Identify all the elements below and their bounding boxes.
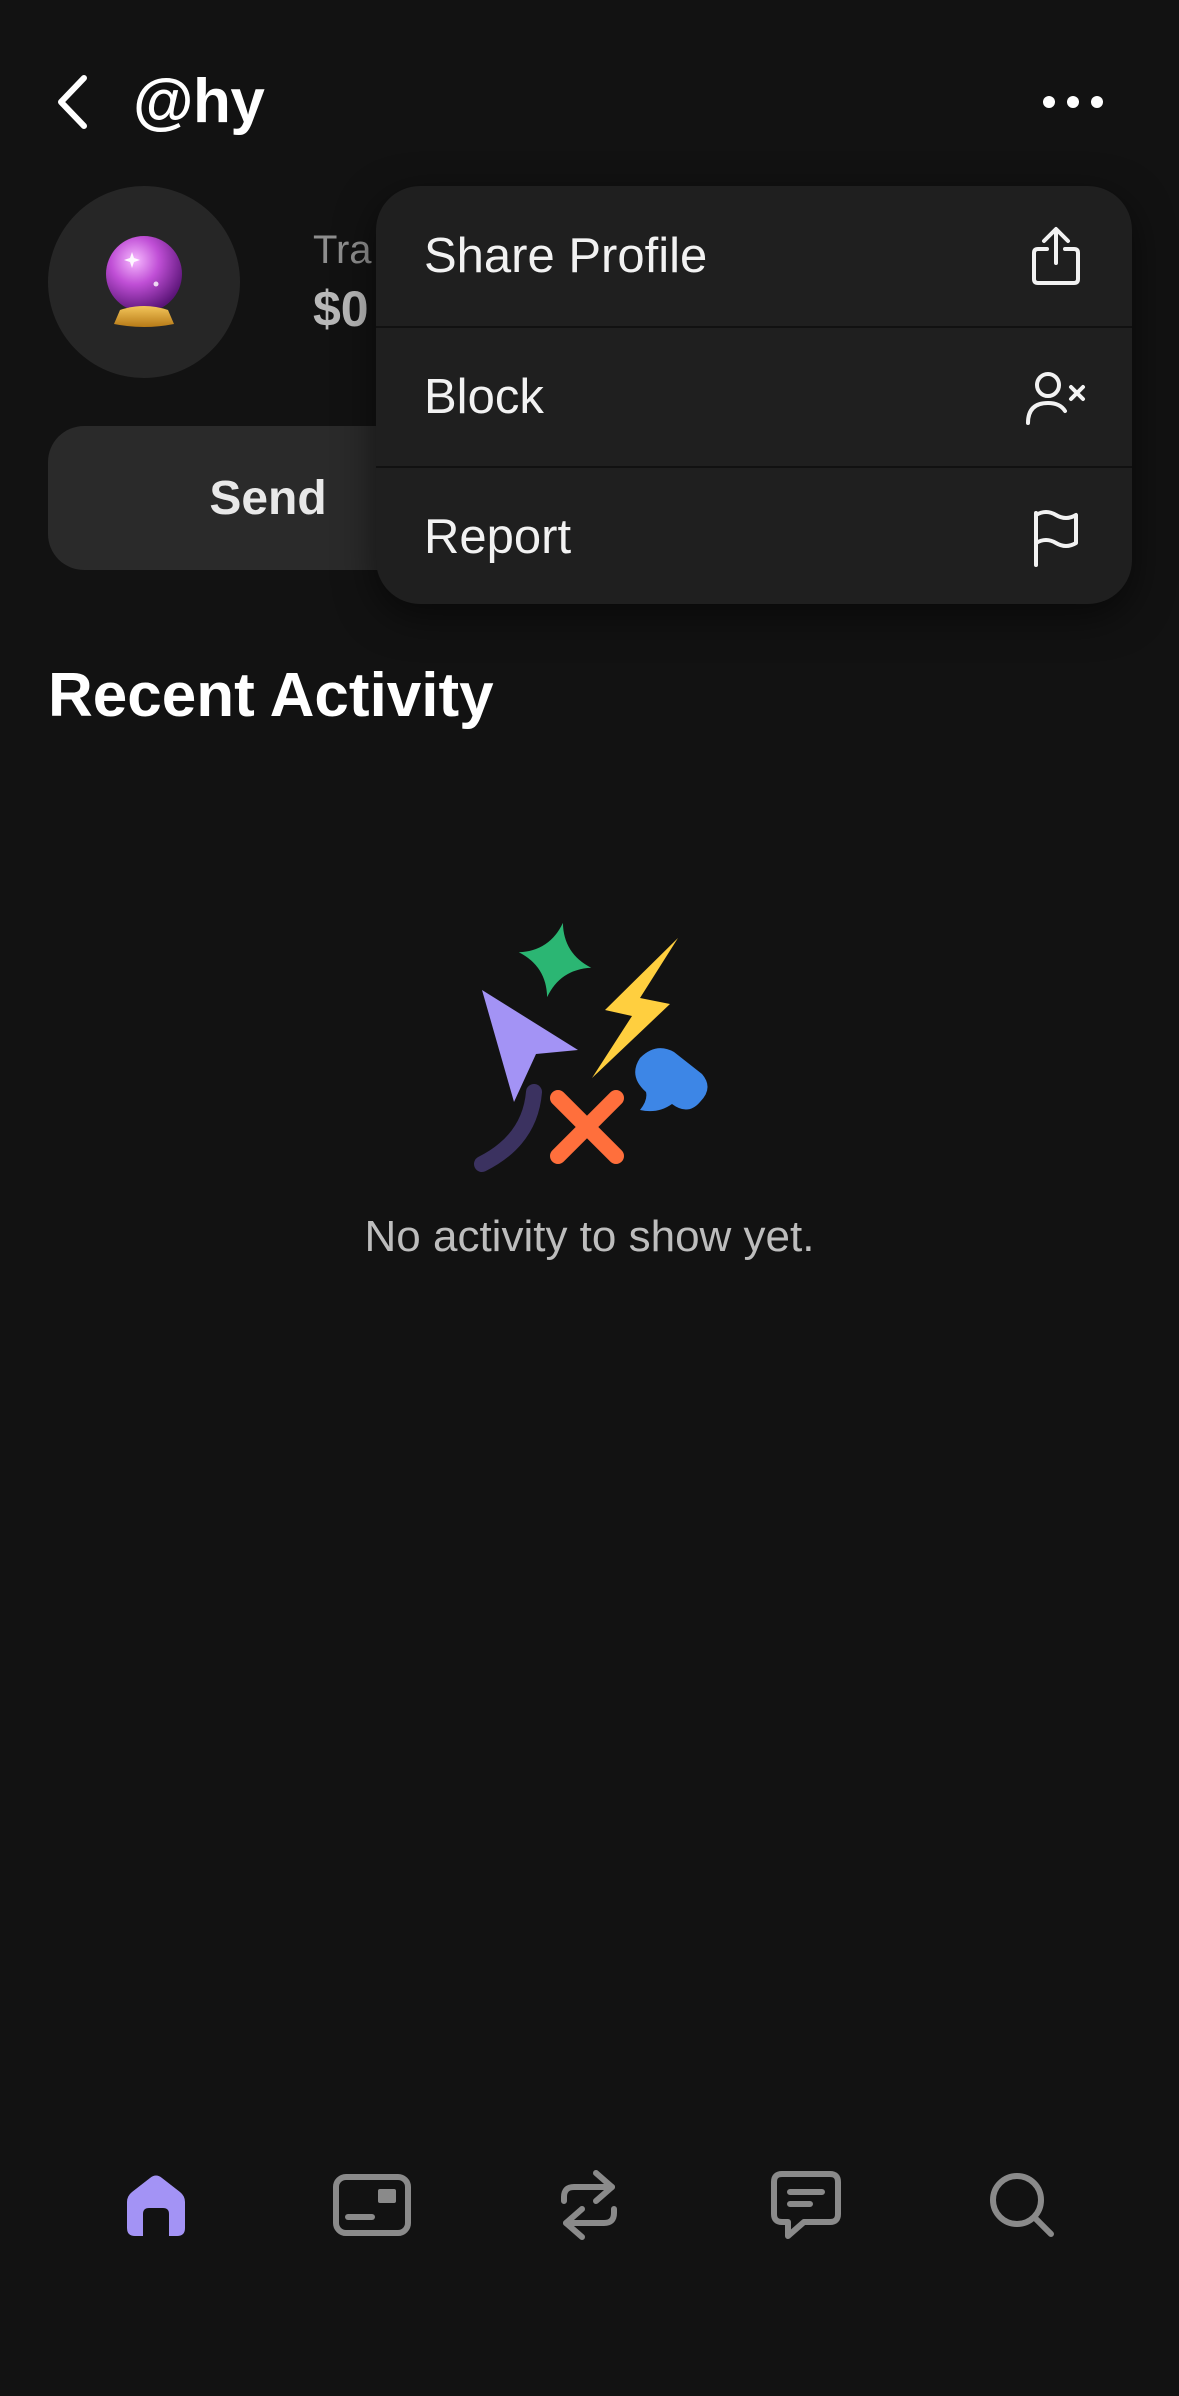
- card-icon: [333, 2174, 411, 2236]
- chat-icon: [771, 2171, 841, 2239]
- section-title-recent-activity: Recent Activity: [48, 661, 494, 730]
- crystal-ball-icon: [106, 236, 182, 327]
- tab-search[interactable]: [967, 2150, 1077, 2260]
- back-button[interactable]: [44, 66, 100, 138]
- more-dot: [1091, 96, 1103, 108]
- avatar: [48, 186, 240, 378]
- empty-state-text: No activity to show yet.: [364, 1212, 815, 1261]
- tab-card[interactable]: [317, 2150, 427, 2260]
- menu-item-share-profile[interactable]: Share Profile: [376, 186, 1132, 326]
- user-profile-screen: @hy Tra $0 Send Share Profile Block Repo…: [0, 0, 1179, 2396]
- share-icon: [1024, 224, 1088, 288]
- profile-username: @hy: [133, 67, 265, 136]
- more-options-button[interactable]: [1043, 82, 1103, 122]
- empty-state-illustration: [474, 922, 708, 1172]
- tab-messages[interactable]: [751, 2150, 861, 2260]
- tab-home[interactable]: [101, 2150, 211, 2260]
- menu-item-label: Report: [424, 510, 572, 564]
- more-dot: [1043, 96, 1055, 108]
- chevron-left-icon: [58, 75, 87, 129]
- flag-icon: [1024, 505, 1088, 569]
- menu-item-label: Block: [424, 370, 544, 424]
- stat-value: $0: [313, 281, 369, 337]
- block-user-icon: [1024, 365, 1088, 429]
- more-dot: [1067, 96, 1079, 108]
- search-icon: [990, 2173, 1054, 2237]
- menu-item-report[interactable]: Report: [376, 466, 1132, 604]
- menu-item-block[interactable]: Block: [376, 326, 1132, 466]
- home-icon: [127, 2175, 185, 2236]
- menu-item-label: Share Profile: [424, 229, 708, 283]
- transfer-icon: [561, 2170, 617, 2240]
- profile-options-menu: Share Profile Block Report: [376, 186, 1132, 604]
- bottom-tab-bar: [0, 2150, 1179, 2260]
- tab-transfer[interactable]: [534, 2150, 644, 2260]
- stat-label: Tra: [313, 228, 372, 272]
